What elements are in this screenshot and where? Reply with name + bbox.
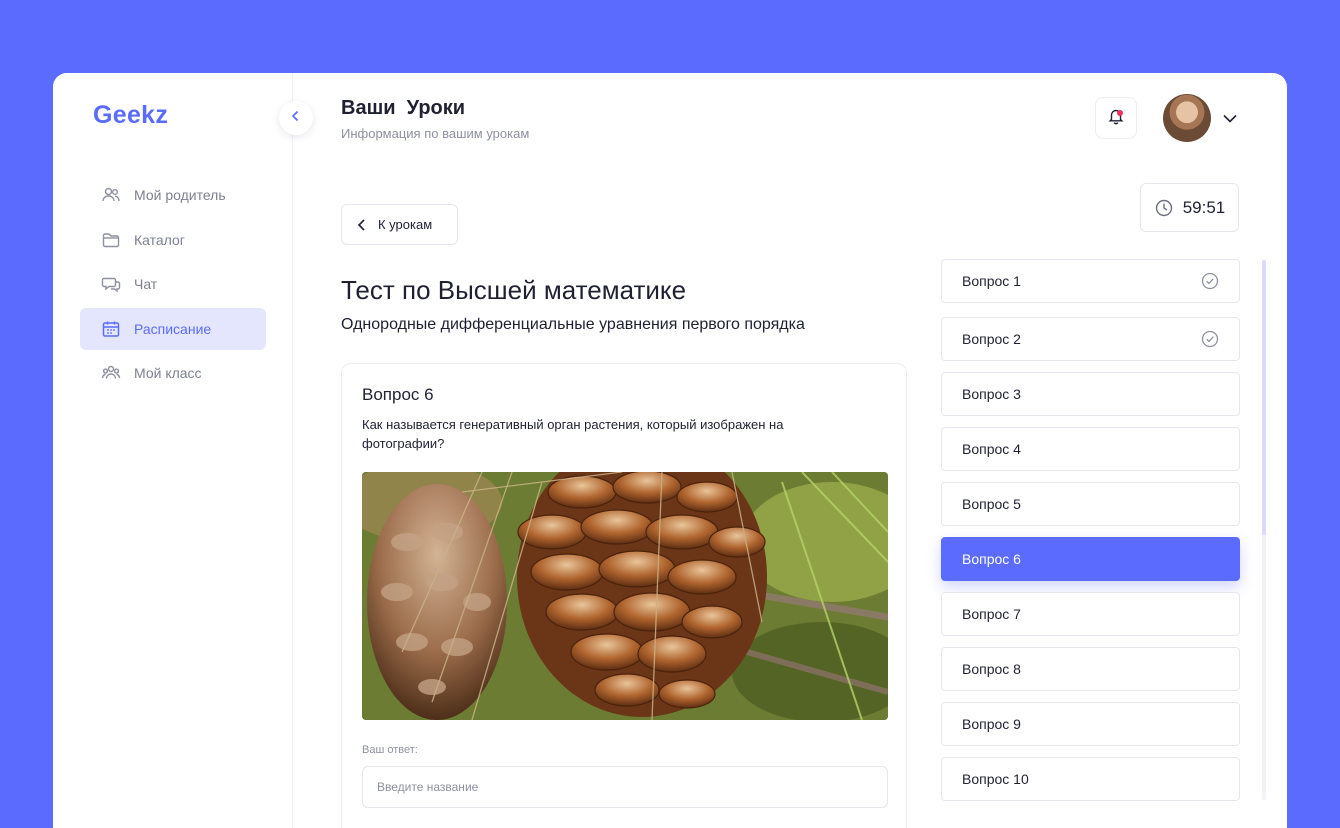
- sidebar-item-label: Мой класс: [134, 365, 202, 382]
- question-list-label: Вопрос 9: [962, 716, 1021, 732]
- question-list-item-4[interactable]: Вопрос 4: [941, 427, 1240, 471]
- question-list-scrollbar[interactable]: [1262, 260, 1266, 535]
- sidebar-item-label: Расписание: [134, 320, 212, 337]
- question-list-label: Вопрос 4: [962, 441, 1021, 457]
- question-list-label: Вопрос 8: [962, 661, 1021, 677]
- clock-icon: [1155, 199, 1172, 216]
- sidebar-item-label: Чат: [134, 276, 158, 293]
- question-list: Вопрос 1 Вопрос 2 Вопрос 3 Вопрос 4 Вопр…: [941, 259, 1240, 812]
- main-content: Ваши Уроки Информация по вашим урокам К …: [294, 73, 1287, 828]
- question-list-label: Вопрос 3: [962, 386, 1021, 402]
- back-to-lessons-button[interactable]: К урокам: [341, 204, 458, 245]
- class-icon: [101, 363, 121, 383]
- question-list-item-2[interactable]: Вопрос 2: [941, 317, 1240, 361]
- question-list-item-5[interactable]: Вопрос 5: [941, 482, 1240, 526]
- sidebar-item-my-parent[interactable]: Мой родитель: [80, 174, 266, 216]
- sidebar-item-label: Каталог: [134, 231, 185, 248]
- collapse-sidebar-button[interactable]: [279, 101, 313, 135]
- notifications-button[interactable]: [1095, 97, 1137, 139]
- bell-icon: [1107, 107, 1125, 130]
- calendar-icon: [101, 319, 121, 339]
- question-list-item-9[interactable]: Вопрос 9: [941, 702, 1240, 746]
- question-list-item-7[interactable]: Вопрос 7: [941, 592, 1240, 636]
- question-list-label: Вопрос 10: [962, 771, 1029, 787]
- test-title: Тест по Высшей математике: [341, 275, 687, 305]
- page-title-bold: Уроки: [406, 97, 466, 119]
- sidebar-nav: Мой родитель Каталог Чат Расписание Мой …: [80, 174, 266, 397]
- users-icon: [101, 185, 121, 205]
- page-subtitle: Информация по вашим урокам: [341, 126, 530, 141]
- pine-cone-image: [362, 472, 888, 720]
- app-window: Geekz Мой родитель Каталог Чат Расписани…: [53, 73, 1287, 828]
- question-list-label: Вопрос 6: [962, 551, 1021, 567]
- chevron-down-icon[interactable]: [1219, 107, 1241, 129]
- chevron-left-icon: [357, 218, 365, 231]
- sidebar-item-chat[interactable]: Чат: [80, 263, 266, 305]
- folder-icon: [101, 230, 121, 250]
- check-circle-icon: [1201, 272, 1219, 290]
- question-list-item-6[interactable]: Вопрос 6: [941, 537, 1240, 581]
- sidebar-item-label: Мой родитель: [134, 187, 226, 203]
- logo: Geekz: [93, 101, 169, 129]
- sidebar-item-schedule[interactable]: Расписание: [80, 307, 266, 350]
- back-button-label: К урокам: [378, 217, 433, 232]
- check-circle-icon: [1201, 330, 1219, 348]
- chat-icon: [101, 274, 121, 294]
- sidebar-item-my-class[interactable]: Мой класс: [80, 352, 266, 394]
- sidebar: Geekz Мой родитель Каталог Чат Расписани…: [53, 73, 293, 828]
- question-list-item-8[interactable]: Вопрос 8: [941, 647, 1240, 691]
- answer-label: Ваш ответ:: [362, 744, 418, 756]
- question-title: Вопрос 6: [362, 385, 434, 404]
- test-subtitle: Однородные дифференциальные уравнения пе…: [341, 316, 805, 333]
- timer: 59:51: [1140, 183, 1239, 232]
- question-list-label: Вопрос 5: [962, 496, 1021, 512]
- question-list-item-1[interactable]: Вопрос 1: [941, 259, 1240, 303]
- question-list-item-3[interactable]: Вопрос 3: [941, 372, 1240, 416]
- page-title: Ваши Уроки: [341, 97, 465, 120]
- page-title-prefix: Ваши: [341, 97, 396, 119]
- sidebar-item-catalog[interactable]: Каталог: [80, 219, 266, 261]
- chevron-left-icon: [289, 109, 303, 128]
- question-list-label: Вопрос 2: [962, 331, 1021, 347]
- question-text: Как называется генеративный орган растен…: [362, 417, 784, 451]
- answer-input[interactable]: [362, 766, 888, 808]
- question-list-label: Вопрос 1: [962, 273, 1021, 289]
- question-photo: [362, 472, 888, 720]
- question-list-item-10[interactable]: Вопрос 10: [941, 757, 1240, 801]
- question-card: Вопрос 6 Как называется генеративный орг…: [341, 363, 907, 828]
- notification-dot: [1117, 110, 1123, 116]
- avatar[interactable]: [1163, 94, 1211, 142]
- question-list-label: Вопрос 7: [962, 606, 1021, 622]
- timer-value: 59:51: [1182, 197, 1226, 217]
